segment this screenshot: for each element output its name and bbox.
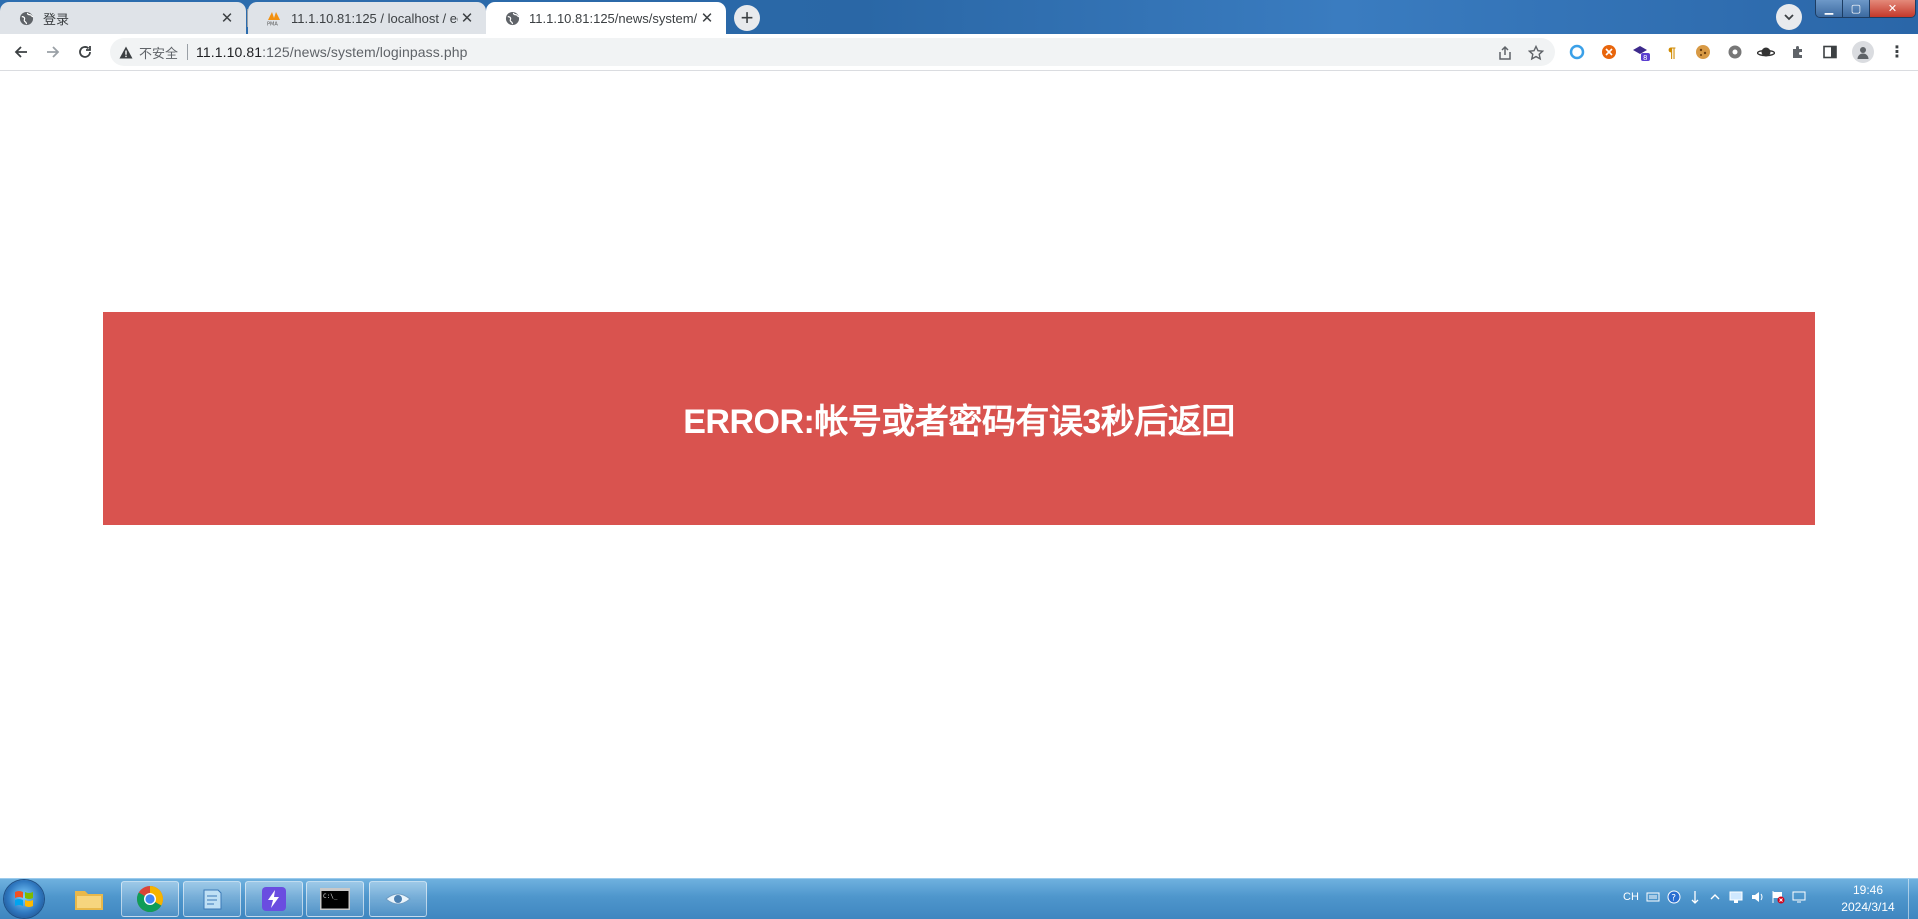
- divider: [187, 44, 189, 60]
- reload-button[interactable]: [73, 40, 97, 64]
- star-icon[interactable]: [1526, 43, 1546, 63]
- error-message: ERROR:帐号或者密码有误3秒后返回: [683, 403, 1235, 441]
- keyboard-icon[interactable]: [1645, 889, 1661, 905]
- pen-icon[interactable]: [1687, 889, 1703, 905]
- security-status[interactable]: 不安全: [139, 43, 178, 62]
- svg-text:?: ?: [1671, 894, 1676, 904]
- chevron-down-icon: [1784, 14, 1794, 21]
- taskbar-chrome[interactable]: [121, 881, 179, 917]
- side-panel-icon[interactable]: [1821, 43, 1839, 61]
- phpmyadmin-icon: PMA: [266, 10, 282, 26]
- share-icon[interactable]: [1495, 43, 1515, 63]
- cookie-icon[interactable]: [1694, 43, 1712, 61]
- extension-hat-icon[interactable]: 8: [1632, 43, 1650, 61]
- extension-badge: 8: [1643, 54, 1647, 61]
- arrow-right-icon: [47, 46, 60, 58]
- folder-icon: [75, 891, 103, 910]
- warning-icon[interactable]: [118, 44, 134, 60]
- taskbar-notepad[interactable]: [183, 881, 241, 917]
- minimize-button[interactable]: ▁: [1816, 0, 1843, 17]
- windows-taskbar: C:\_ CH ? 19:46 2024/3/14: [0, 878, 1918, 919]
- globe-icon: [18, 10, 34, 26]
- close-window-button[interactable]: ✕: [1870, 0, 1915, 17]
- lightning-icon: [262, 887, 286, 911]
- taskbar-command-prompt[interactable]: C:\_: [306, 881, 364, 917]
- puzzle-icon[interactable]: [1789, 43, 1807, 61]
- help-icon[interactable]: ?: [1666, 889, 1682, 905]
- tab-login[interactable]: 登录 ✕: [0, 2, 246, 34]
- arrow-left-icon: [14, 46, 27, 58]
- close-tab-icon[interactable]: ✕: [458, 9, 476, 27]
- address-bar[interactable]: 不安全 11.1.10.81:125/news/system/loginpass…: [110, 38, 1555, 66]
- windows-logo-icon: [15, 891, 33, 907]
- notepad-icon: [203, 889, 222, 910]
- show-desktop-button[interactable]: [1908, 879, 1918, 919]
- chrome-icon: [136, 886, 164, 913]
- taskbar-app-eye[interactable]: [369, 881, 427, 917]
- clock-date: 2024/3/14: [1841, 900, 1895, 914]
- tab-loginpass[interactable]: 11.1.10.81:125/news/system/lo ✕: [486, 2, 726, 34]
- planet-icon[interactable]: [1757, 43, 1775, 61]
- network-icon[interactable]: [1728, 889, 1744, 905]
- svg-text:C:\_: C:\_: [323, 893, 338, 900]
- url-host: 11.1.10.81: [196, 44, 263, 60]
- close-tab-icon[interactable]: ✕: [698, 9, 716, 27]
- pilcrow-extension-icon[interactable]: ¶: [1663, 43, 1681, 61]
- error-banner: ERROR:帐号或者密码有误3秒后返回: [103, 312, 1815, 525]
- forward-button[interactable]: [41, 40, 65, 64]
- extension-orange-icon[interactable]: [1600, 43, 1618, 61]
- close-tab-icon[interactable]: ✕: [218, 9, 236, 27]
- show-hidden-icons-chevron-up-icon[interactable]: [1707, 889, 1723, 905]
- globe-icon: [504, 10, 520, 26]
- maximize-button[interactable]: ▢: [1843, 0, 1870, 17]
- tab-strip: 登录 ✕ PMA 11.1.10.81:125 / localhost / ee…: [0, 0, 1918, 34]
- browser-toolbar: 不安全 11.1.10.81:125/news/system/loginpass…: [0, 34, 1918, 71]
- url-path: :125/news/system/loginpass.php: [262, 44, 468, 60]
- system-clock[interactable]: 19:46 2024/3/14: [1828, 882, 1908, 916]
- tab-title: 11.1.10.81:125/news/system/lo: [529, 10, 698, 26]
- back-button[interactable]: [9, 40, 33, 64]
- language-indicator[interactable]: CH: [1622, 889, 1640, 905]
- extension-ring-icon[interactable]: [1568, 43, 1586, 61]
- tab-phpmyadmin[interactable]: PMA 11.1.10.81:125 / localhost / ee ✕: [248, 2, 486, 34]
- taskbar-file-explorer[interactable]: [60, 881, 118, 917]
- more-menu-icon[interactable]: ⋮: [1888, 43, 1906, 61]
- eye-icon: [385, 893, 411, 905]
- taskbar-app-lightning[interactable]: [245, 881, 303, 917]
- window-controls: ▁ ▢ ✕: [1815, 0, 1916, 18]
- url-text[interactable]: 11.1.10.81:125/news/system/loginpass.php: [196, 44, 467, 60]
- svg-text:PMA: PMA: [267, 22, 278, 27]
- gear-extension-icon[interactable]: [1726, 43, 1744, 61]
- tab-title: 登录: [43, 11, 70, 27]
- tab-title: 11.1.10.81:125 / localhost / ee: [291, 10, 458, 26]
- action-center-warning-icon[interactable]: [1770, 889, 1786, 905]
- profile-avatar-icon[interactable]: [1852, 41, 1874, 63]
- clock-time: 19:46: [1852, 883, 1884, 897]
- new-tab-button[interactable]: +: [734, 5, 760, 31]
- display-icon[interactable]: [1791, 889, 1807, 905]
- terminal-icon: C:\_: [320, 888, 350, 910]
- tab-search-button[interactable]: [1776, 4, 1802, 30]
- volume-icon[interactable]: [1749, 889, 1765, 905]
- reload-icon: [79, 46, 91, 58]
- start-button[interactable]: [4, 880, 44, 918]
